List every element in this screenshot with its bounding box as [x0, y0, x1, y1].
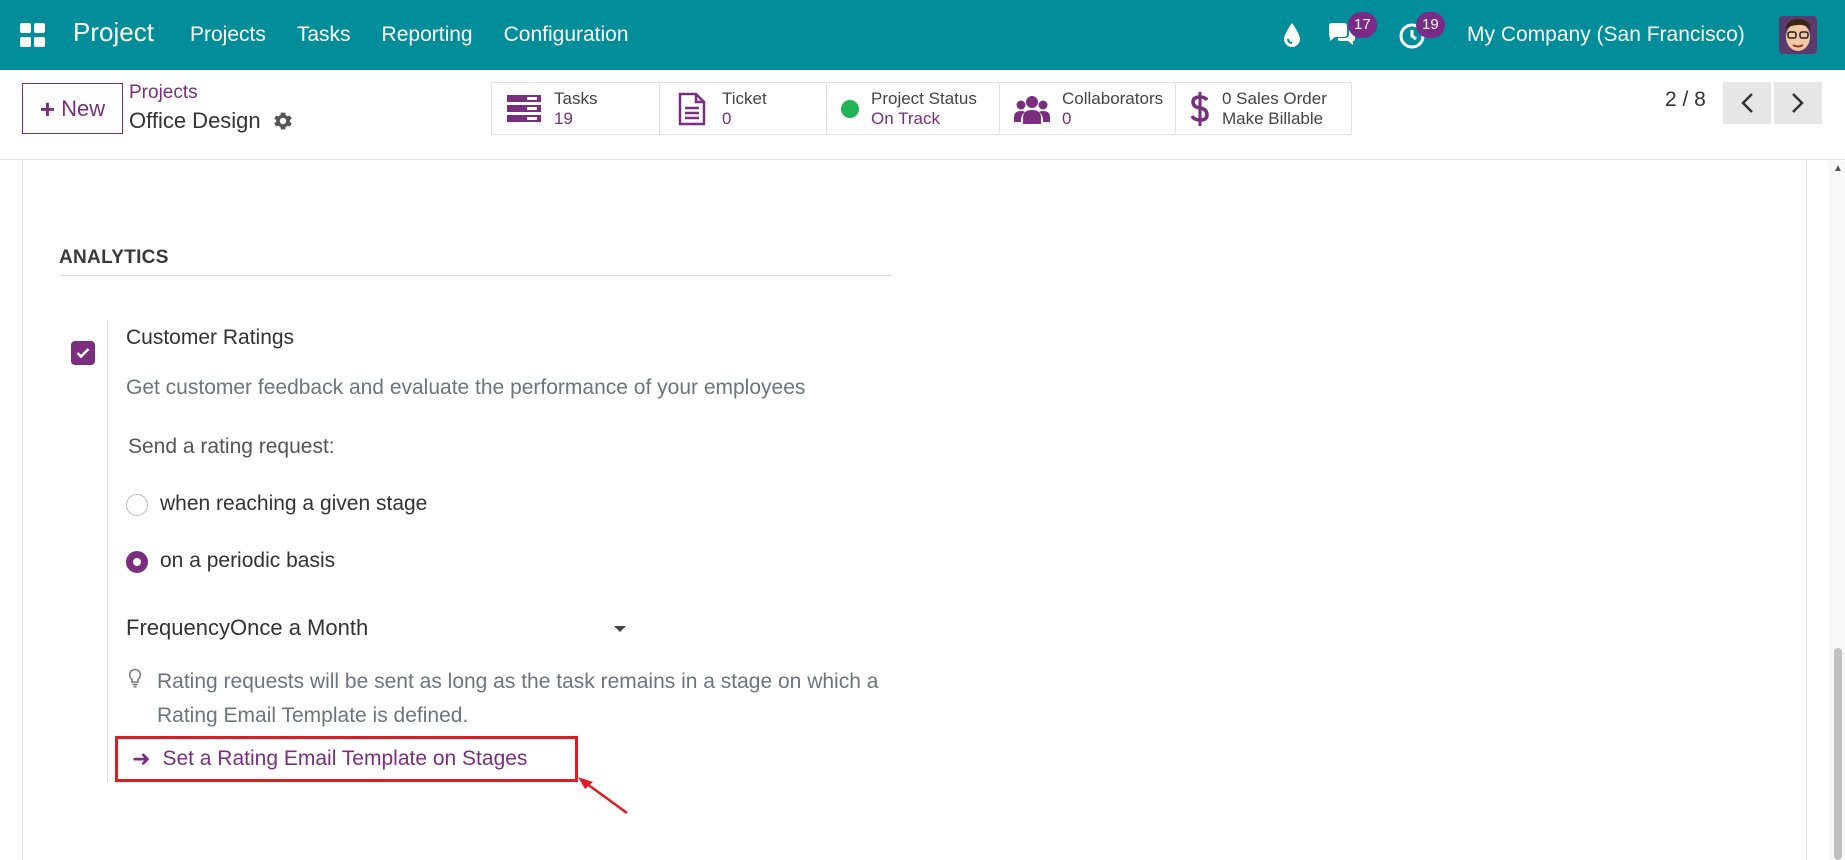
- menu-configuration[interactable]: Configuration: [504, 23, 629, 47]
- status-dot-icon: [841, 91, 859, 127]
- sales-stat-value: Make Billable: [1222, 108, 1324, 128]
- document-icon: [674, 91, 710, 127]
- collaborators-stat-button[interactable]: Collaborators 0: [1000, 83, 1176, 134]
- company-switcher[interactable]: My Company (San Francisco): [1467, 23, 1745, 47]
- water-drop-icon[interactable]: [1282, 22, 1302, 48]
- project-status-button[interactable]: Project Status On Track: [827, 83, 1000, 134]
- gear-icon[interactable]: [272, 110, 294, 132]
- frequency-label: Frequency: [126, 615, 230, 640]
- ticket-stat-value: 0: [722, 108, 732, 128]
- scrollbar-thumb[interactable]: [1834, 648, 1842, 860]
- users-icon: [1014, 91, 1050, 127]
- control-panel: + New Projects Office Design Tasks 19 Ti…: [0, 70, 1845, 160]
- app-title[interactable]: Project: [73, 17, 154, 48]
- radio-periodic[interactable]: [126, 551, 148, 573]
- send-rating-label: Send a rating request:: [128, 435, 335, 458]
- check-icon: [76, 348, 90, 359]
- section-divider: [59, 275, 892, 276]
- collaborators-stat-label: Collaborators: [1062, 88, 1164, 108]
- new-button[interactable]: + New: [22, 83, 123, 134]
- setting-description: Get customer feedback and evaluate the p…: [126, 376, 806, 399]
- breadcrumb-parent[interactable]: Projects: [129, 82, 198, 104]
- top-navbar: Project Projects Tasks Reporting Configu…: [0, 0, 1845, 70]
- menu-projects[interactable]: Projects: [190, 23, 266, 47]
- radio-stage-label[interactable]: when reaching a given stage: [160, 492, 427, 516]
- arrow-right-icon: ➜: [132, 746, 151, 771]
- tasks-stat-value: 19: [554, 108, 573, 128]
- status-stat-value: On Track: [871, 108, 940, 128]
- sales-stat-label: 0 Sales Order: [1222, 88, 1327, 108]
- rating-link-label: Set a Rating Email Template on Stages: [162, 747, 528, 770]
- setting-title: Customer Ratings: [126, 326, 295, 349]
- section-title-analytics: ANALYTICS: [59, 247, 169, 268]
- main-menu: Projects Tasks Reporting Configuration: [190, 23, 660, 47]
- chevron-right-icon: [1792, 93, 1804, 113]
- tasks-stat-label: Tasks: [554, 88, 598, 108]
- radio-periodic-label[interactable]: on a periodic basis: [160, 549, 335, 573]
- dollar-icon: [1190, 91, 1210, 127]
- customer-ratings-checkbox[interactable]: [71, 341, 95, 365]
- rating-hint: Rating requests will be sent as long as …: [157, 670, 879, 727]
- sales-order-stat-button[interactable]: 0 Sales Order Make Billable: [1176, 83, 1351, 134]
- stat-buttons: Tasks 19 Ticket 0 Project Status On Trac…: [491, 82, 1352, 135]
- tasks-icon: [506, 91, 542, 127]
- user-avatar[interactable]: [1779, 16, 1817, 54]
- breadcrumb-current: Office Design: [129, 108, 261, 133]
- menu-tasks[interactable]: Tasks: [297, 23, 351, 47]
- menu-reporting[interactable]: Reporting: [382, 23, 473, 47]
- frequency-select[interactable]: Once a Month: [230, 615, 368, 641]
- collaborators-stat-value: 0: [1062, 108, 1072, 128]
- setting-divider: [107, 320, 108, 782]
- new-button-label: New: [61, 95, 106, 121]
- ticket-stat-label: Ticket: [722, 88, 767, 108]
- status-stat-label: Project Status: [871, 88, 977, 108]
- tasks-stat-button[interactable]: Tasks 19: [492, 83, 660, 134]
- radio-stage[interactable]: [126, 494, 148, 516]
- messages-badge: 17: [1348, 12, 1377, 38]
- activities-badge: 19: [1416, 12, 1445, 38]
- chevron-left-icon: [1741, 93, 1753, 113]
- annotation-arrow-icon: [578, 777, 628, 815]
- lightbulb-icon: [128, 668, 142, 688]
- plus-icon: +: [39, 93, 56, 124]
- set-rating-template-link[interactable]: ➜ Set a Rating Email Template on Stages: [115, 736, 578, 782]
- scroll-up-icon[interactable]: ▲: [1833, 163, 1843, 174]
- app-grid-icon[interactable]: [20, 23, 46, 47]
- pager-next-button[interactable]: [1774, 82, 1822, 124]
- ticket-stat-button[interactable]: Ticket 0: [660, 83, 827, 134]
- caret-down-icon[interactable]: [614, 626, 626, 632]
- pager-previous-button[interactable]: [1723, 82, 1771, 124]
- pager-value[interactable]: 2 / 8: [1665, 88, 1706, 112]
